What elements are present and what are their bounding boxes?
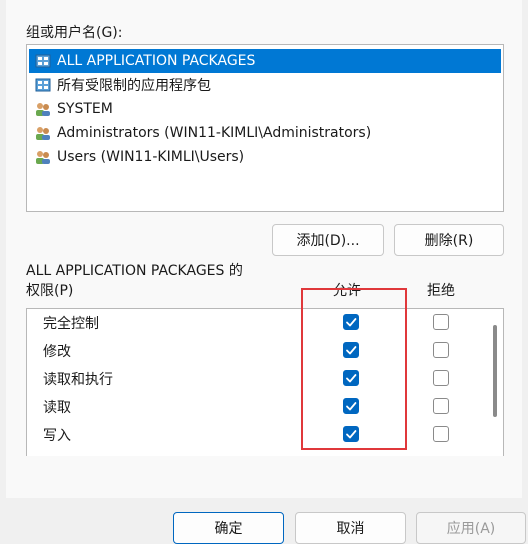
checkmark-icon bbox=[346, 430, 357, 439]
scrollbar-thumb[interactable] bbox=[493, 325, 497, 417]
permission-row: 写入 bbox=[27, 421, 487, 449]
permission-row: 完全控制 bbox=[27, 309, 487, 337]
deny-column-header: 拒绝 bbox=[427, 283, 455, 299]
groups-label: 组或用户名(G): bbox=[26, 25, 123, 41]
permission-row: 读取和执行 bbox=[27, 365, 487, 393]
checkmark-icon bbox=[346, 374, 357, 383]
remove-button[interactable]: 删除(R) bbox=[394, 224, 504, 256]
list-item-label: ALL APPLICATION PACKAGES bbox=[57, 53, 256, 69]
app-packages-icon bbox=[35, 54, 51, 68]
users-group-icon bbox=[36, 127, 50, 140]
app-packages-icon bbox=[35, 78, 51, 92]
allow-checkbox[interactable] bbox=[343, 370, 359, 386]
permission-name: 完全控制 bbox=[43, 316, 99, 332]
cancel-button[interactable]: 取消 bbox=[295, 512, 406, 544]
list-item-label: SYSTEM bbox=[57, 101, 113, 117]
list-item[interactable]: SYSTEM bbox=[29, 97, 501, 121]
checkmark-icon bbox=[346, 318, 357, 327]
ok-button[interactable]: 确定 bbox=[173, 512, 284, 544]
permission-name: 读取 bbox=[43, 400, 71, 416]
permission-row: 读取 bbox=[27, 393, 487, 421]
deny-checkbox[interactable] bbox=[433, 342, 449, 358]
permissions-title: ALL APPLICATION PACKAGES 的 bbox=[26, 263, 243, 279]
list-item-label: Users (WIN11-KIMLI\Users) bbox=[57, 149, 245, 165]
apply-button[interactable]: 应用(A) bbox=[416, 512, 526, 544]
allow-checkbox[interactable] bbox=[343, 342, 359, 358]
list-item[interactable]: Users (WIN11-KIMLI\Users) bbox=[29, 145, 501, 169]
list-item-label: 所有受限制的应用程序包 bbox=[57, 78, 211, 94]
list-item[interactable]: Administrators (WIN11-KIMLI\Administrato… bbox=[29, 121, 501, 145]
list-item[interactable]: ALL APPLICATION PACKAGES bbox=[29, 49, 501, 73]
permissions-subtitle: 权限(P) bbox=[26, 283, 74, 299]
allow-checkbox[interactable] bbox=[343, 314, 359, 330]
users-list[interactable]: ALL APPLICATION PACKAGES 所有受限制的应用程序包 SYS… bbox=[26, 44, 504, 212]
deny-checkbox[interactable] bbox=[433, 398, 449, 414]
permission-name: 读取和执行 bbox=[43, 372, 113, 388]
permission-row: 修改 bbox=[27, 337, 487, 365]
allow-checkbox[interactable] bbox=[343, 398, 359, 414]
add-button[interactable]: 添加(D)... bbox=[272, 224, 384, 256]
users-group-icon bbox=[36, 151, 50, 164]
allow-column-header: 允许 bbox=[333, 283, 361, 299]
list-item[interactable]: 所有受限制的应用程序包 bbox=[29, 73, 501, 97]
checkmark-icon bbox=[346, 402, 357, 411]
deny-checkbox[interactable] bbox=[433, 314, 449, 330]
deny-checkbox[interactable] bbox=[433, 370, 449, 386]
list-item-label: Administrators (WIN11-KIMLI\Administrato… bbox=[57, 125, 372, 141]
allow-checkbox[interactable] bbox=[343, 426, 359, 442]
permissions-list[interactable]: 完全控制 修改 读取和执行 读取 写入 bbox=[26, 308, 504, 456]
users-group-icon bbox=[36, 103, 50, 116]
checkmark-icon bbox=[346, 346, 357, 355]
deny-checkbox[interactable] bbox=[433, 426, 449, 442]
permission-name: 修改 bbox=[43, 344, 71, 360]
permission-name: 写入 bbox=[43, 428, 71, 444]
